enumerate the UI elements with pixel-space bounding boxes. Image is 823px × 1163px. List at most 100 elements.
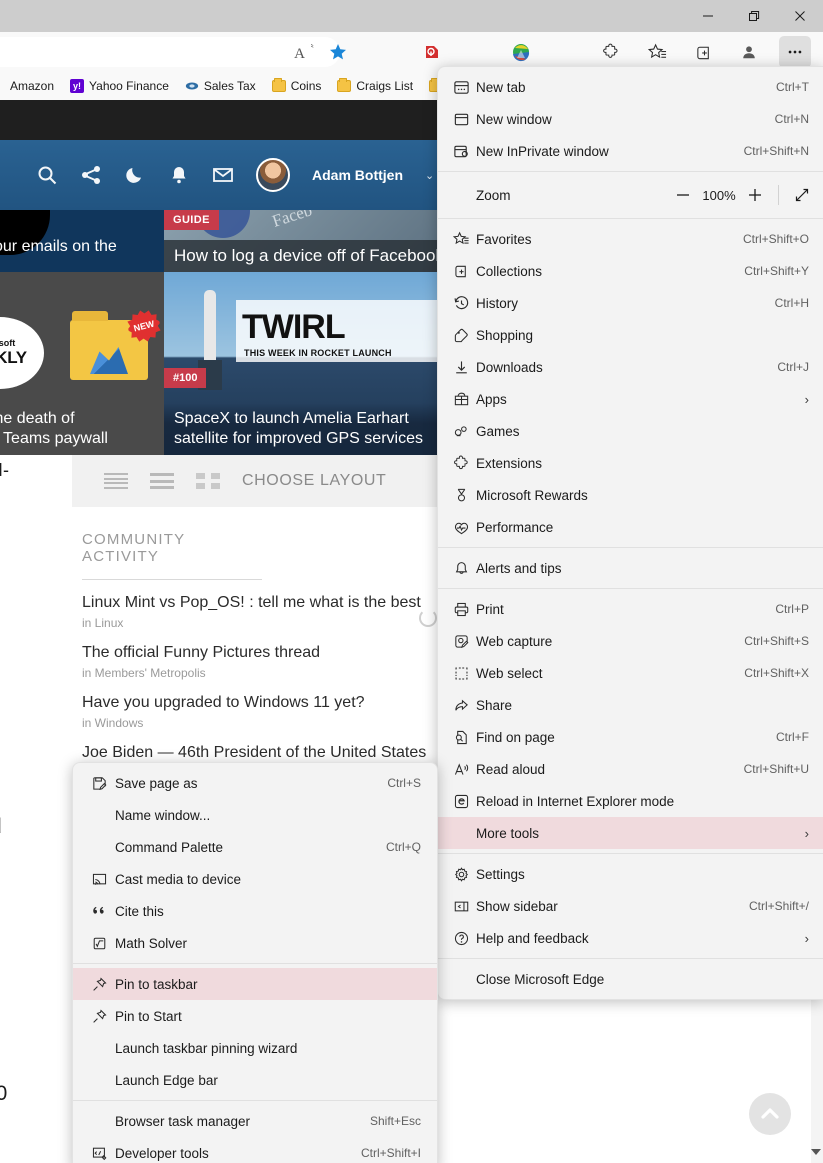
bookmark-folder-coins[interactable]: Coins [267,76,327,96]
menu-item-shopping[interactable]: Shopping [438,319,823,351]
save-page-icon [83,775,115,792]
menu-item-accelerator: Ctrl+Shift+Y [744,264,809,278]
read-aloud-icon [446,761,476,778]
menu-item-find-on-page[interactable]: Find on page Ctrl+F [438,721,823,753]
thread-title: Have you upgraded to Windows 11 yet? [82,694,365,711]
menu-separator [438,171,823,172]
lastpass-extension-icon[interactable] [416,36,448,68]
bookmark-folder-craigs-list[interactable]: Craigs List [332,76,418,96]
notifications-icon[interactable] [168,164,190,186]
list-item[interactable]: Have you upgraded to Windows 11 yet? in … [82,694,437,730]
zoom-out-icon[interactable] [668,180,698,210]
menu-item-microsoft-rewards[interactable]: Microsoft Rewards [438,479,823,511]
submenu-item-browser-task-manager[interactable]: Browser task manager Shift+Esc [73,1105,437,1137]
menu-item-performance[interactable]: Performance [438,511,823,543]
menu-item-settings[interactable]: Settings [438,858,823,890]
menu-item-history[interactable]: History Ctrl+H [438,287,823,319]
zoom-label: Zoom [476,187,511,203]
menu-item-favorites[interactable]: Favorites Ctrl+Shift+O [438,223,823,255]
menu-separator [438,958,823,959]
list-layout-icon[interactable] [104,473,128,489]
news-card[interactable]: our emails on the [0,210,164,272]
submenu-item-cast-media-to-device[interactable]: Cast media to device [73,863,437,895]
menu-item-reload-in-ie-mode[interactable]: Reload in Internet Explorer mode [438,785,823,817]
close-button[interactable] [777,0,823,32]
news-card[interactable]: TWIRL THIS WEEK IN ROCKET LAUNCH #100 Sp… [164,272,439,455]
submenu-item-label: Save page as [115,775,198,791]
grid-layout-icon[interactable] [196,473,220,489]
menu-item-label: Performance [476,519,554,535]
menu-item-apps[interactable]: Apps › [438,383,823,415]
submenu-item-developer-tools[interactable]: Developer tools Ctrl+Shift+I [73,1137,437,1163]
favorite-star-icon[interactable] [322,36,354,68]
menu-item-print[interactable]: Print Ctrl+P [438,593,823,625]
search-icon[interactable] [36,164,58,186]
refresh-icon[interactable] [419,609,437,627]
gear-icon [446,866,476,883]
menu-item-accelerator: Ctrl+T [776,80,809,94]
menu-item-games[interactable]: Games [438,415,823,447]
bookmark-sales-tax[interactable]: Sales Tax [180,76,261,96]
menu-item-read-aloud[interactable]: Read aloud Ctrl+Shift+U [438,753,823,785]
scroll-to-top-icon[interactable] [749,1093,791,1135]
performance-icon [446,519,476,536]
list-item[interactable]: The official Funny Pictures thread in Me… [82,644,437,680]
collections-icon[interactable] [688,36,720,68]
submenu-item-pin-to-start[interactable]: Pin to Start [73,1000,437,1032]
menu-item-downloads[interactable]: Downloads Ctrl+J [438,351,823,383]
submenu-item-name-window[interactable]: Name window... [73,799,437,831]
menu-item-alerts-and-tips[interactable]: Alerts and tips [438,552,823,584]
favorites-icon[interactable] [641,36,673,68]
submenu-item-label: Launch Edge bar [115,1072,218,1088]
bookmark-label: Sales Tax [203,79,256,93]
maximize-button[interactable] [731,0,777,32]
fullscreen-icon[interactable] [787,180,817,210]
menu-item-label: Microsoft Rewards [476,487,588,503]
settings-and-more-icon[interactable] [779,36,811,68]
menu-item-show-sidebar[interactable]: Show sidebar Ctrl+Shift+/ [438,890,823,922]
submenu-item-launch-taskbar-pinning-wizard[interactable]: Launch taskbar pinning wizard [73,1032,437,1064]
menu-item-help-and-feedback[interactable]: Help and feedback › [438,922,823,954]
compact-layout-icon[interactable] [150,473,174,489]
extensions-icon[interactable] [595,36,627,68]
profile-icon[interactable] [733,36,765,68]
menu-item-share[interactable]: Share [438,689,823,721]
submenu-item-launch-edge-bar[interactable]: Launch Edge bar [73,1064,437,1096]
menu-item-web-capture[interactable]: Web capture Ctrl+Shift+S [438,625,823,657]
dark-mode-icon[interactable] [124,164,146,186]
bookmark-yahoo-finance[interactable]: y! Yahoo Finance [65,76,174,96]
menu-item-extensions[interactable]: Extensions [438,447,823,479]
news-card[interactable]: crosoft EEKLY NEW the death ofa Teams pa… [0,272,164,455]
menu-item-new-window[interactable]: New window Ctrl+N [438,103,823,135]
share-icon [446,697,476,714]
scrollbar-down-arrow[interactable] [811,1149,821,1155]
menu-item-more-tools[interactable]: More tools › [438,817,823,849]
bookmark-label: Amazon [10,79,55,93]
avatar[interactable] [256,158,290,192]
chevron-down-icon[interactable]: ⌄ [425,169,434,182]
menu-item-close-microsoft-edge[interactable]: Close Microsoft Edge [438,963,823,995]
submenu-item-command-palette[interactable]: Command Palette Ctrl+Q [73,831,437,863]
read-aloud-icon[interactable]: A〝 [288,36,320,68]
print-icon [446,601,476,618]
new-window-icon [446,111,476,128]
submenu-item-math-solver[interactable]: Math Solver [73,927,437,959]
internet-download-manager-icon[interactable] [505,36,537,68]
submenu-item-accelerator: Ctrl+Q [385,840,421,854]
zoom-in-icon[interactable] [740,180,770,210]
menu-item-collections[interactable]: Collections Ctrl+Shift+Y [438,255,823,287]
list-item[interactable]: Linux Mint vs Pop_OS! : tell me what is … [82,594,437,630]
submenu-item-save-page-as[interactable]: Save page as Ctrl+S [73,767,437,799]
submenu-item-pin-to-taskbar[interactable]: Pin to taskbar [73,968,437,1000]
layout-chooser: CHOOSE LAYOUT [72,455,447,507]
submenu-item-cite-this[interactable]: Cite this [73,895,437,927]
menu-item-label: Games [476,423,520,439]
menu-item-web-select[interactable]: Web select Ctrl+Shift+X [438,657,823,689]
news-card[interactable]: Faceb GUIDE How to log a device off of F… [164,210,439,272]
messages-icon[interactable] [212,164,234,186]
menu-item-new-inprivate-window[interactable]: New InPrivate window Ctrl+Shift+N [438,135,823,167]
bookmark-amazon[interactable]: Amazon [0,76,59,96]
minimize-button[interactable] [685,0,731,32]
menu-item-new-tab[interactable]: New tab Ctrl+T [438,71,823,103]
share-icon[interactable] [80,164,102,186]
